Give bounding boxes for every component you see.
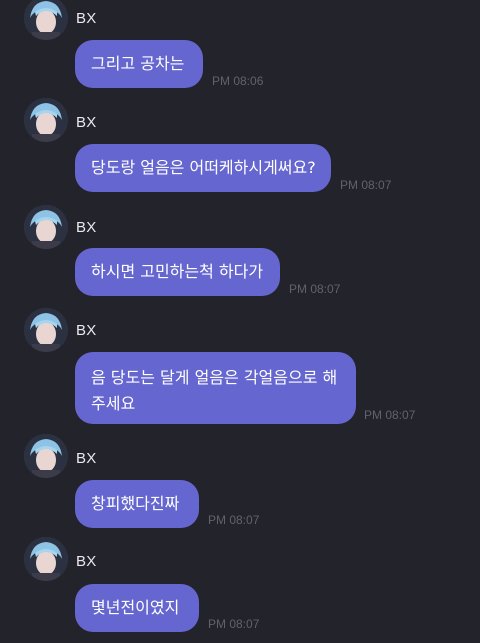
sender-name: BX [76, 450, 97, 467]
message-bubble[interactable]: 하시면 고민하는척 하다가 [75, 248, 280, 296]
sender-name: BX [76, 114, 97, 131]
message-time: PM 08:07 [208, 513, 260, 527]
avatar-icon [24, 0, 68, 40]
message-time: PM 08:07 [289, 282, 341, 296]
sender-name: BX [76, 219, 97, 236]
sender-name: BX [76, 553, 97, 570]
avatar-icon [24, 434, 68, 478]
message-time: PM 08:07 [340, 178, 392, 192]
message-time: PM 08:06 [212, 74, 264, 88]
avatar-icon [24, 537, 68, 581]
message-bubble[interactable]: 그리고 공차는 [75, 40, 203, 88]
sender-name: BX [76, 10, 97, 27]
message-bubble[interactable]: 당도랑 얼음은 어떠케하시게써요? [75, 144, 331, 192]
message-bubble[interactable]: 음 당도는 달게 얼음은 각얼음으로 해 주세요 [75, 352, 356, 424]
message-time: PM 08:07 [208, 617, 260, 631]
sender-avatar[interactable] [24, 0, 68, 40]
message-bubble[interactable]: 몇년전이였지 [75, 584, 199, 632]
avatar-icon [24, 98, 68, 142]
sender-avatar[interactable] [24, 434, 68, 478]
message-bubble[interactable]: 창피했다진짜 [75, 480, 199, 528]
sender-avatar[interactable] [24, 537, 68, 581]
avatar-icon [24, 308, 68, 352]
chat-view[interactable]: BX 그리고 공차는 PM 08:06 BX 당도랑 얼음은 어떠케하시게써요?… [0, 0, 480, 643]
sender-avatar[interactable] [24, 98, 68, 142]
sender-avatar[interactable] [24, 205, 68, 249]
sender-name: BX [76, 322, 97, 339]
message-time: PM 08:07 [364, 408, 416, 422]
sender-avatar[interactable] [24, 308, 68, 352]
avatar-icon [24, 205, 68, 249]
